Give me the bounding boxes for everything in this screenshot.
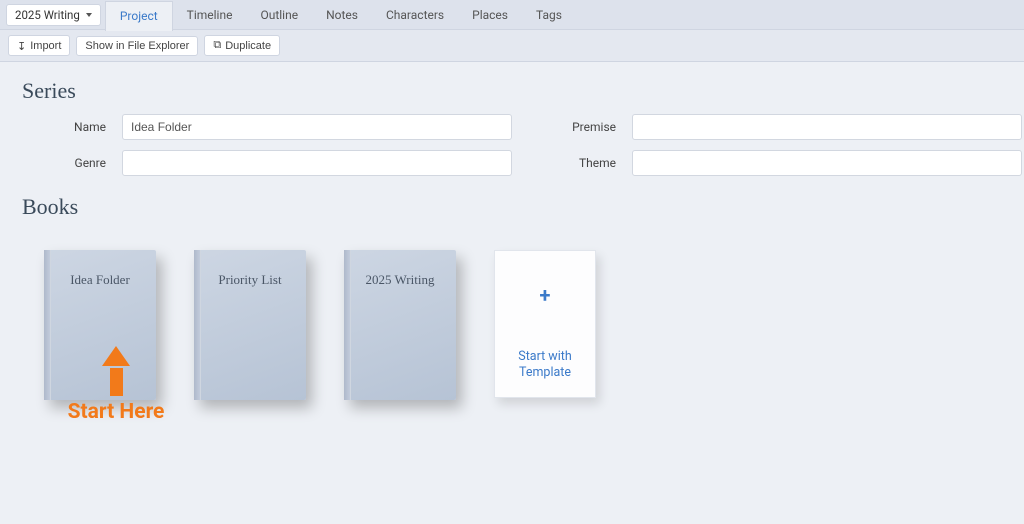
plus-icon: + — [540, 285, 551, 305]
books-heading: Books — [22, 194, 1002, 220]
start-with-template-card[interactable]: + Start with Template — [494, 250, 596, 398]
tab-outline[interactable]: Outline — [246, 0, 312, 30]
content-area: Series Name Premise Genre Theme Books Id… — [0, 62, 1024, 410]
name-label: Name — [22, 120, 112, 134]
name-input[interactable] — [122, 114, 512, 140]
theme-label: Theme — [522, 156, 622, 170]
genre-input[interactable] — [122, 150, 512, 176]
premise-input[interactable] — [632, 114, 1022, 140]
series-form: Name Premise Genre Theme — [22, 114, 1002, 176]
book-title: 2025 Writing — [344, 272, 456, 288]
book-title: Idea Folder — [44, 272, 156, 288]
tab-project[interactable]: Project — [105, 1, 173, 31]
tab-characters[interactable]: Characters — [372, 0, 458, 30]
template-label: Start with Template — [503, 349, 587, 382]
genre-label: Genre — [22, 156, 112, 170]
tab-places[interactable]: Places — [458, 0, 522, 30]
toolbar: Import Show in File Explorer Duplicate — [0, 30, 1024, 62]
top-nav: 2025 Writing Project Timeline Outline No… — [0, 0, 1024, 30]
premise-label: Premise — [522, 120, 622, 134]
tab-notes[interactable]: Notes — [312, 0, 372, 30]
book-card[interactable]: Priority List — [194, 250, 306, 400]
import-icon — [17, 39, 26, 52]
project-dropdown-label: 2025 Writing — [15, 8, 80, 22]
show-in-explorer-button[interactable]: Show in File Explorer — [76, 36, 198, 56]
book-card[interactable]: 2025 Writing — [344, 250, 456, 400]
theme-input[interactable] — [632, 150, 1022, 176]
books-row: Idea Folder Priority List 2025 Writing +… — [22, 230, 1002, 400]
project-dropdown[interactable]: 2025 Writing — [6, 4, 101, 26]
series-heading: Series — [22, 78, 1002, 104]
import-button[interactable]: Import — [8, 35, 70, 56]
tab-tags[interactable]: Tags — [522, 0, 576, 30]
duplicate-button[interactable]: Duplicate — [204, 35, 280, 56]
tab-timeline[interactable]: Timeline — [173, 0, 247, 30]
book-card[interactable]: Idea Folder — [44, 250, 156, 400]
duplicate-icon — [213, 39, 221, 52]
caret-down-icon — [86, 13, 92, 17]
book-title: Priority List — [194, 272, 306, 288]
